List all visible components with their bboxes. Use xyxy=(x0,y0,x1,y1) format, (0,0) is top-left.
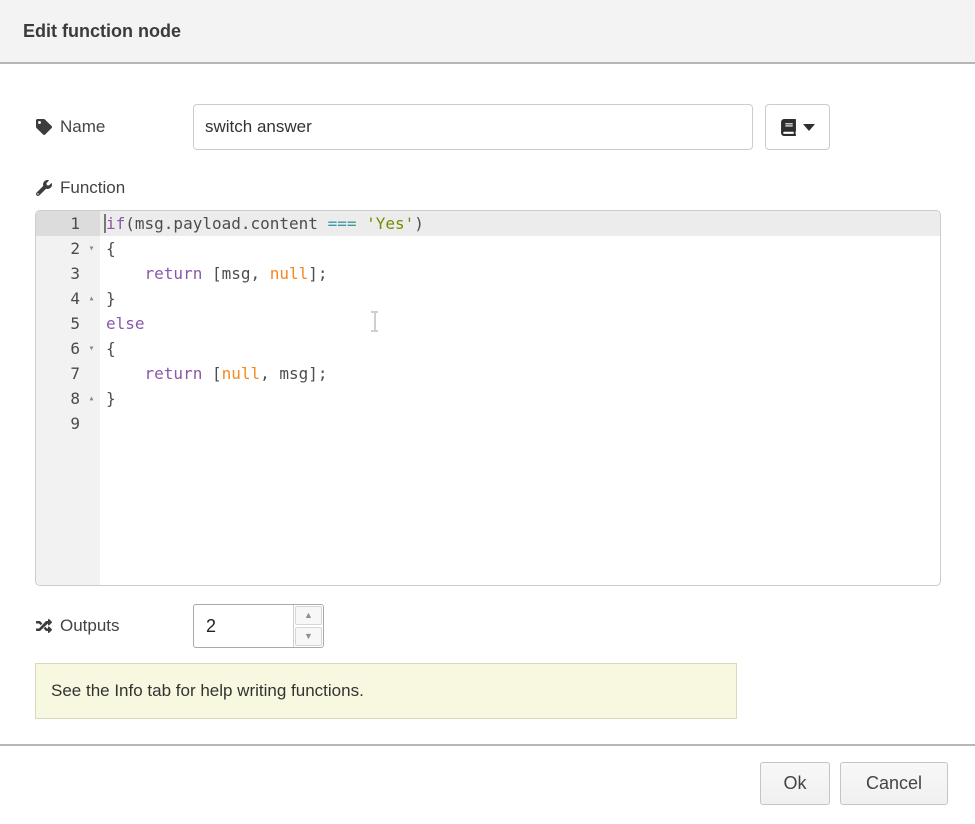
function-label-text: Function xyxy=(60,178,125,198)
code-editor[interactable]: 1if(msg.payload.content === 'Yes')2▾{3 r… xyxy=(35,210,941,586)
code-filler xyxy=(100,436,940,585)
code-line[interactable]: 4▴} xyxy=(36,286,940,311)
spinner-up-button[interactable]: ▲ xyxy=(295,606,322,625)
spinner-buttons: ▲ ▼ xyxy=(293,605,323,647)
gutter-line-number: 2▾ xyxy=(36,236,100,261)
fold-close-icon[interactable]: ▴ xyxy=(83,286,100,311)
dialog-title: Edit function node xyxy=(0,21,181,42)
code-text xyxy=(100,411,940,436)
edit-function-node-dialog: Edit function node Name Function 1if(msg… xyxy=(0,0,975,824)
editor-filler-row xyxy=(36,436,940,585)
code-line[interactable]: 1if(msg.payload.content === 'Yes') xyxy=(36,211,940,236)
gutter-line-number: 7 xyxy=(36,361,100,386)
code-line[interactable]: 8▴} xyxy=(36,386,940,411)
outputs-spinner: ▲ ▼ xyxy=(193,604,324,648)
tag-icon xyxy=(35,119,52,136)
name-input[interactable] xyxy=(193,104,753,150)
code-text: } xyxy=(100,386,940,411)
code-text: { xyxy=(100,236,940,261)
code-text: } xyxy=(100,286,940,311)
code-line[interactable]: 6▾{ xyxy=(36,336,940,361)
code-line[interactable]: 3 return [msg, null]; xyxy=(36,261,940,286)
code-text: return [null, msg]; xyxy=(100,361,940,386)
gutter-line-number: 3 xyxy=(36,261,100,286)
code-text: return [msg, null]; xyxy=(100,261,940,286)
wrench-icon xyxy=(35,180,52,197)
name-label-text: Name xyxy=(60,117,105,137)
name-label: Name xyxy=(35,117,193,137)
code-editor-lines: 1if(msg.payload.content === 'Yes')2▾{3 r… xyxy=(36,211,940,436)
outputs-row: Outputs ▲ ▼ xyxy=(35,604,324,648)
form-tips-text: See the Info tab for help writing functi… xyxy=(51,681,364,701)
code-line[interactable]: 2▾{ xyxy=(36,236,940,261)
gutter-line-number: 6▾ xyxy=(36,336,100,361)
fold-close-icon[interactable]: ▴ xyxy=(83,386,100,411)
code-line[interactable]: 7 return [null, msg]; xyxy=(36,361,940,386)
gutter-line-number: 8▴ xyxy=(36,386,100,411)
fold-open-icon[interactable]: ▾ xyxy=(83,336,100,361)
caret-down-icon xyxy=(803,124,815,131)
name-row: Name xyxy=(35,104,940,150)
code-text: else xyxy=(100,311,940,336)
spinner-down-button[interactable]: ▼ xyxy=(295,627,322,646)
gutter-line-number: 1 xyxy=(36,211,100,236)
code-text: if(msg.payload.content === 'Yes') xyxy=(100,211,940,236)
gutter-line-number: 9 xyxy=(36,411,100,436)
gutter-line-number: 4▴ xyxy=(36,286,100,311)
gutter-line-number: 5 xyxy=(36,311,100,336)
fold-open-icon[interactable]: ▾ xyxy=(83,236,100,261)
outputs-input[interactable] xyxy=(194,605,293,647)
book-icon xyxy=(780,119,797,136)
gutter-filler xyxy=(36,436,100,585)
ok-button[interactable]: Ok xyxy=(760,762,830,805)
dialog-header: Edit function node xyxy=(0,0,975,64)
shuffle-icon xyxy=(35,618,52,635)
code-text: { xyxy=(100,336,940,361)
outputs-label-text: Outputs xyxy=(60,616,120,636)
library-button[interactable] xyxy=(765,104,830,150)
text-caret xyxy=(104,214,106,233)
dialog-footer: Ok Cancel xyxy=(0,744,975,824)
cancel-button[interactable]: Cancel xyxy=(840,762,948,805)
code-line[interactable]: 5else xyxy=(36,311,940,336)
code-line[interactable]: 9 xyxy=(36,411,940,436)
function-label: Function xyxy=(35,178,125,198)
form-tips: See the Info tab for help writing functi… xyxy=(35,663,737,719)
function-label-row: Function xyxy=(35,176,125,200)
outputs-label: Outputs xyxy=(35,616,193,636)
